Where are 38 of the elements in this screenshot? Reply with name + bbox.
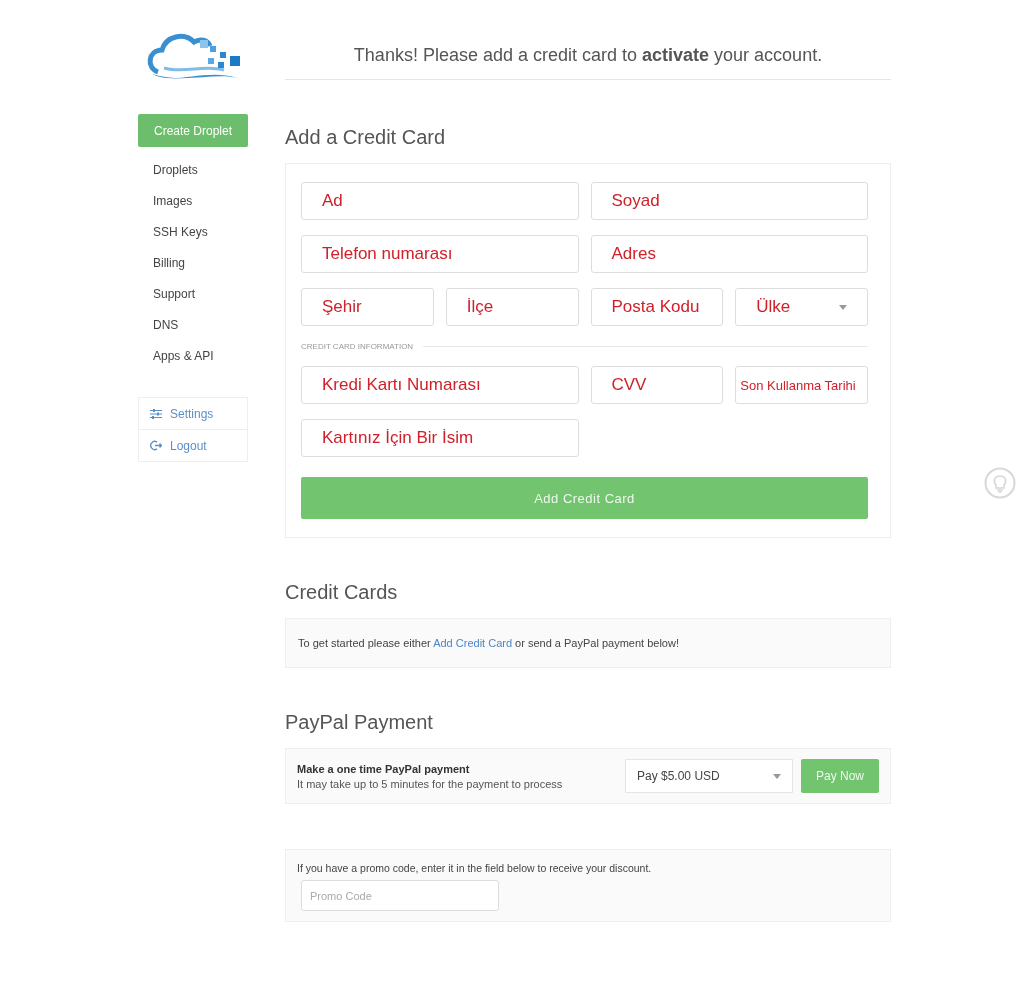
nav-link[interactable]: DNS — [138, 310, 194, 341]
input-field[interactable]: Telefon numarası — [301, 235, 579, 273]
input-field[interactable]: İlçe — [445, 288, 579, 326]
caret-icon — [773, 773, 781, 779]
credit-cards-message: To get started please either Add Credit Card or send a PayPal payment below! — [298, 637, 680, 649]
sliders-icon — [150, 408, 162, 419]
lightbulb-icon[interactable] — [984, 467, 1016, 499]
nav-link[interactable]: Images — [138, 186, 208, 217]
country-dropdown[interactable]: Ülke — [735, 288, 868, 326]
paypal-heading: Make a one time PayPal payment — [297, 762, 471, 775]
section-heading: Add a Credit Card — [285, 125, 447, 149]
input-field[interactable]: Posta Kodu — [590, 288, 724, 326]
account-link[interactable]: Logout — [170, 438, 207, 453]
promo-instructions: If you have a promo code, enter it in the field below to receive your discount. — [297, 862, 653, 874]
input-field[interactable]: Şehir — [301, 288, 434, 326]
section-heading: Credit Cards — [285, 580, 399, 604]
caret-icon — [839, 304, 847, 310]
promo-code-field[interactable]: Promo Code — [301, 880, 499, 911]
nav-link[interactable]: Support — [138, 279, 211, 310]
add-credit-card-link[interactable]: Add Credit Card — [433, 637, 513, 649]
input-field[interactable]: Ad — [301, 182, 579, 220]
section-label: CREDIT CARD INFORMATION — [301, 341, 414, 351]
paypal-note: It may take up to 5 minutes for the payment to process — [297, 777, 564, 790]
input-field[interactable]: Adres — [590, 235, 868, 273]
input-field[interactable]: CVV — [590, 366, 724, 404]
account-link[interactable]: Settings — [170, 406, 214, 421]
logout-icon — [150, 440, 162, 451]
input-field[interactable]: Son Kullanma Tarihi — [735, 366, 868, 404]
nav-link[interactable]: Billing — [138, 248, 200, 279]
nav-link[interactable]: Droplets — [138, 155, 213, 186]
input-field[interactable]: Kredi Kartı Numarası — [301, 366, 579, 404]
amount-dropdown[interactable]: Pay $5.00 USD — [625, 759, 793, 793]
nav-link[interactable]: Apps & API — [138, 341, 229, 372]
section-heading: PayPal Payment — [285, 710, 434, 734]
nav-link[interactable]: SSH Keys — [138, 217, 223, 248]
input-field[interactable]: Kartınız İçin Bir İsim — [301, 419, 579, 457]
activation-message: Thanks! Please add a credit card to activate your account. — [352, 44, 824, 66]
input-field[interactable]: Soyad — [590, 182, 868, 220]
